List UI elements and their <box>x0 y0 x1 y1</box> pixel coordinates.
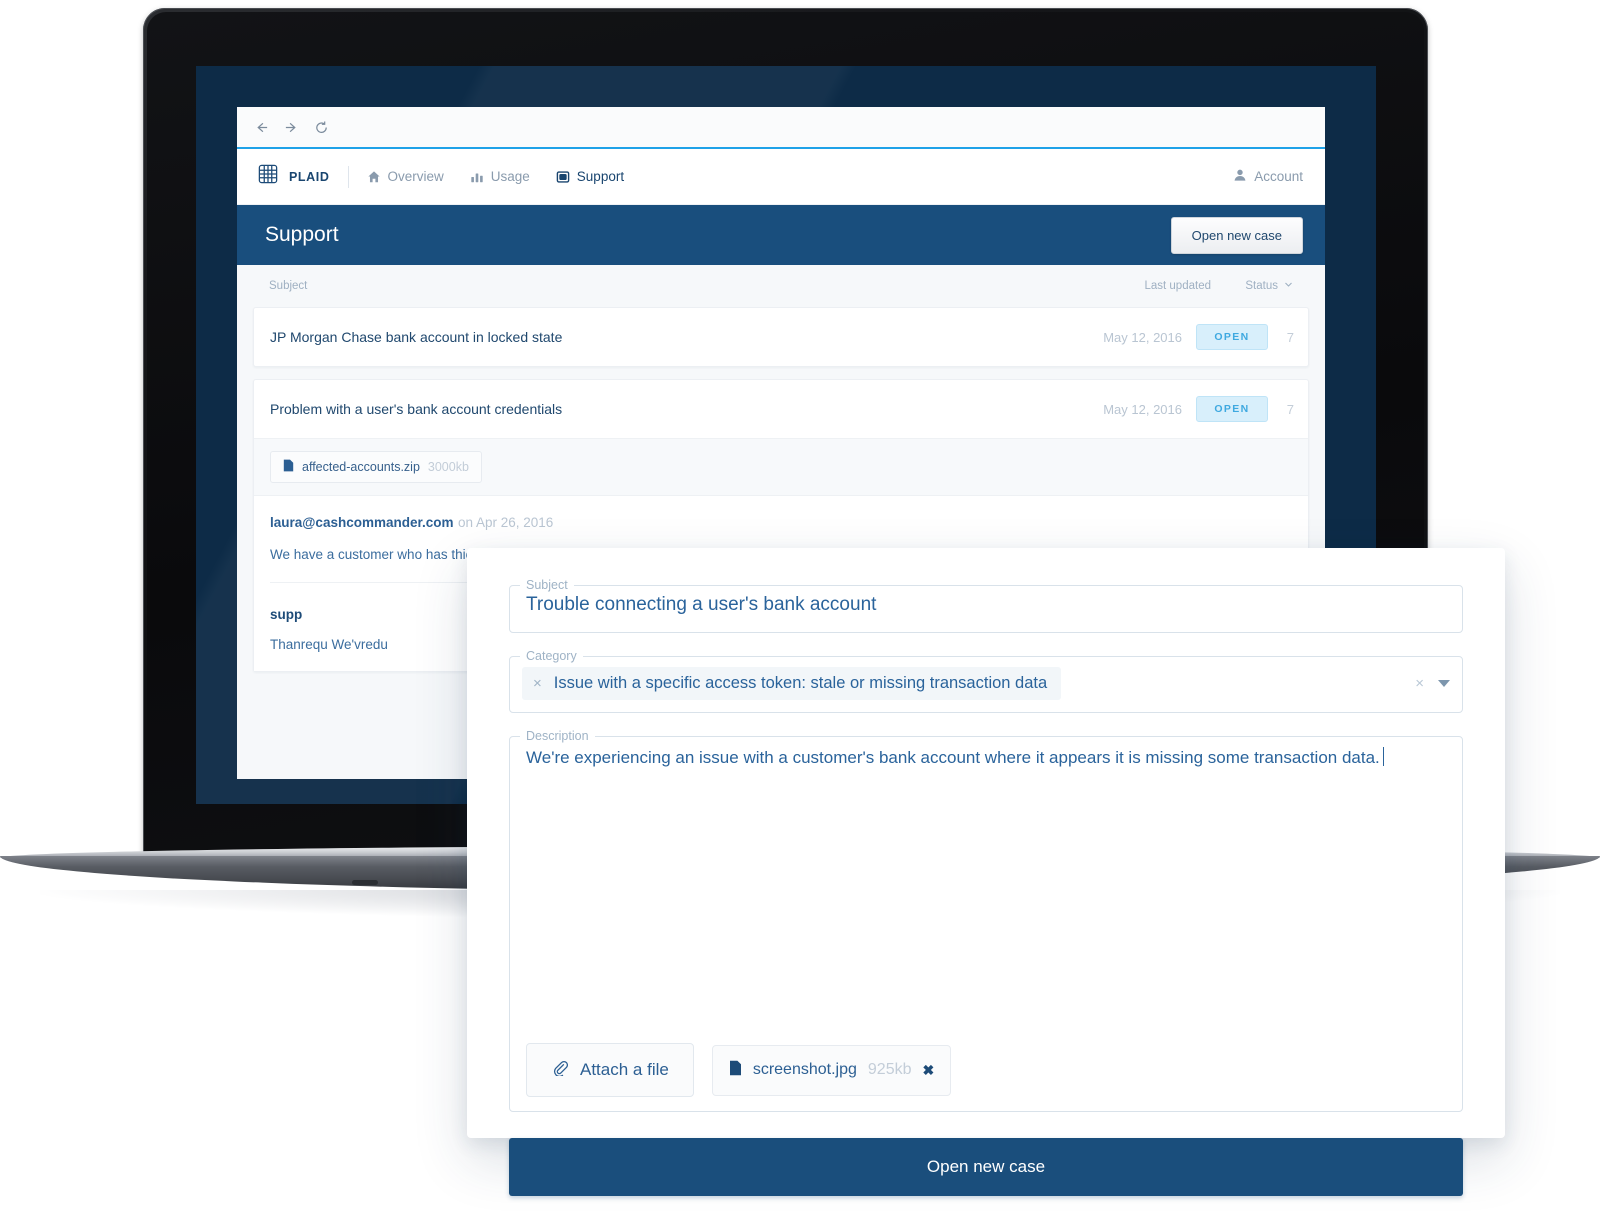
close-x-icon[interactable]: × <box>533 676 542 691</box>
category-selected-tag[interactable]: × Issue with a specific access token: st… <box>522 667 1062 700</box>
modal-attachment-name: screenshot.jpg <box>752 1061 857 1078</box>
nav-item-overview[interactable]: Overview <box>367 169 444 184</box>
case-card[interactable]: JP Morgan Chase bank account in locked s… <box>253 307 1309 367</box>
app-header: PLAID Overview Usage Support Account <box>237 149 1325 205</box>
new-case-modal: Subject Category × Issue with a specific… <box>467 548 1505 1196</box>
account-label: Account <box>1254 169 1303 184</box>
file-icon <box>729 1060 742 1081</box>
nav-label-overview: Overview <box>387 169 444 184</box>
bar-chart-icon <box>470 170 484 184</box>
user-icon <box>1233 168 1247 185</box>
account-menu[interactable]: Account <box>1233 168 1303 185</box>
column-status-label: Status <box>1245 280 1278 292</box>
category-selected-label: Issue with a specific access token: stal… <box>553 674 1048 692</box>
nav-label-support: Support <box>576 169 625 184</box>
message-author: laura@cashcommander.com <box>270 515 454 530</box>
page-title: Support <box>265 223 339 246</box>
chevron-down-icon <box>1284 280 1293 292</box>
status-badge: OPEN <box>1196 396 1268 422</box>
brand[interactable]: PLAID <box>256 162 330 191</box>
case-last-updated: May 12, 2016 <box>1103 329 1182 345</box>
case-attachments-row: affected-accounts.zip 3000kb <box>254 438 1308 495</box>
page-title-bar: Support Open new case <box>237 205 1325 265</box>
category-field: Category × Issue with a specific access … <box>509 649 1463 713</box>
status-badge: OPEN <box>1196 324 1268 350</box>
primary-nav: Overview Usage Support <box>367 169 624 184</box>
modal-attachment-chip[interactable]: screenshot.jpg 925kb ✖ <box>711 1044 952 1096</box>
subject-label: Subject <box>526 578 568 592</box>
attachment-name: affected-accounts.zip <box>302 460 420 474</box>
inbox-icon <box>556 170 570 184</box>
attach-a-file-button[interactable]: Attach a file <box>526 1043 694 1097</box>
screenshot-root: PLAID Overview Usage Support Account Sup… <box>0 0 1600 1224</box>
subject-field: Subject <box>509 578 1463 633</box>
description-field: Description We're experiencing an issue … <box>509 729 1463 1112</box>
subject-input[interactable] <box>510 592 1462 632</box>
close-x-icon[interactable]: ✖ <box>922 1062 934 1079</box>
attach-a-file-label: Attach a file <box>580 1060 669 1079</box>
file-icon <box>283 459 294 475</box>
case-message-count: 7 <box>1286 329 1294 345</box>
arrow-left-icon[interactable] <box>254 120 269 135</box>
case-message-count: 7 <box>1286 401 1294 417</box>
column-last-updated: Last updated <box>1144 280 1211 292</box>
nav-item-support[interactable]: Support <box>556 169 624 184</box>
case-row[interactable]: JP Morgan Chase bank account in locked s… <box>254 308 1308 366</box>
submit-open-new-case-button[interactable]: Open new case <box>509 1138 1463 1196</box>
paperclip-icon <box>551 1059 569 1081</box>
description-text: We're experiencing an issue with a custo… <box>526 748 1380 767</box>
category-controls: × <box>1415 675 1450 692</box>
case-row[interactable]: Problem with a user's bank account crede… <box>254 380 1308 438</box>
brand-name: PLAID <box>289 169 330 184</box>
text-cursor <box>1382 747 1384 766</box>
description-footer: Attach a file screenshot.jpg 925kb ✖ <box>510 1043 1462 1111</box>
arrow-right-icon[interactable] <box>284 120 299 135</box>
cases-table-header: Subject Last updated Status <box>237 265 1325 307</box>
description-textarea[interactable]: We're experiencing an issue with a custo… <box>510 743 1462 1043</box>
laptop-base-notch <box>352 880 378 885</box>
browser-chrome-bar <box>237 107 1325 149</box>
case-subject: Problem with a user's bank account crede… <box>270 401 563 417</box>
attachment-chip[interactable]: affected-accounts.zip 3000kb <box>270 451 482 483</box>
modal-attachment-size: 925kb <box>867 1061 912 1078</box>
message-date: on Apr 26, 2016 <box>457 515 554 530</box>
nav-item-usage[interactable]: Usage <box>470 169 530 184</box>
message-meta: laura@cashcommander.com on Apr 26, 2016 <box>270 514 1292 532</box>
open-new-case-button[interactable]: Open new case <box>1170 216 1303 254</box>
chevron-down-icon[interactable] <box>1438 680 1450 687</box>
case-last-updated: May 12, 2016 <box>1103 401 1182 417</box>
reload-icon[interactable] <box>314 120 329 135</box>
column-status[interactable]: Status <box>1211 280 1297 292</box>
attachment-size: 3000kb <box>427 460 469 474</box>
plaid-knot-logo-icon <box>256 162 280 191</box>
description-label: Description <box>526 729 589 743</box>
category-control[interactable]: × Issue with a specific access token: st… <box>510 663 1462 712</box>
clear-x-icon[interactable]: × <box>1415 675 1424 692</box>
column-subject: Subject <box>269 280 308 292</box>
home-icon <box>367 170 381 184</box>
case-subject: JP Morgan Chase bank account in locked s… <box>270 329 563 345</box>
category-label: Category <box>526 649 577 663</box>
header-divider <box>347 165 349 188</box>
nav-label-usage: Usage <box>490 169 530 184</box>
